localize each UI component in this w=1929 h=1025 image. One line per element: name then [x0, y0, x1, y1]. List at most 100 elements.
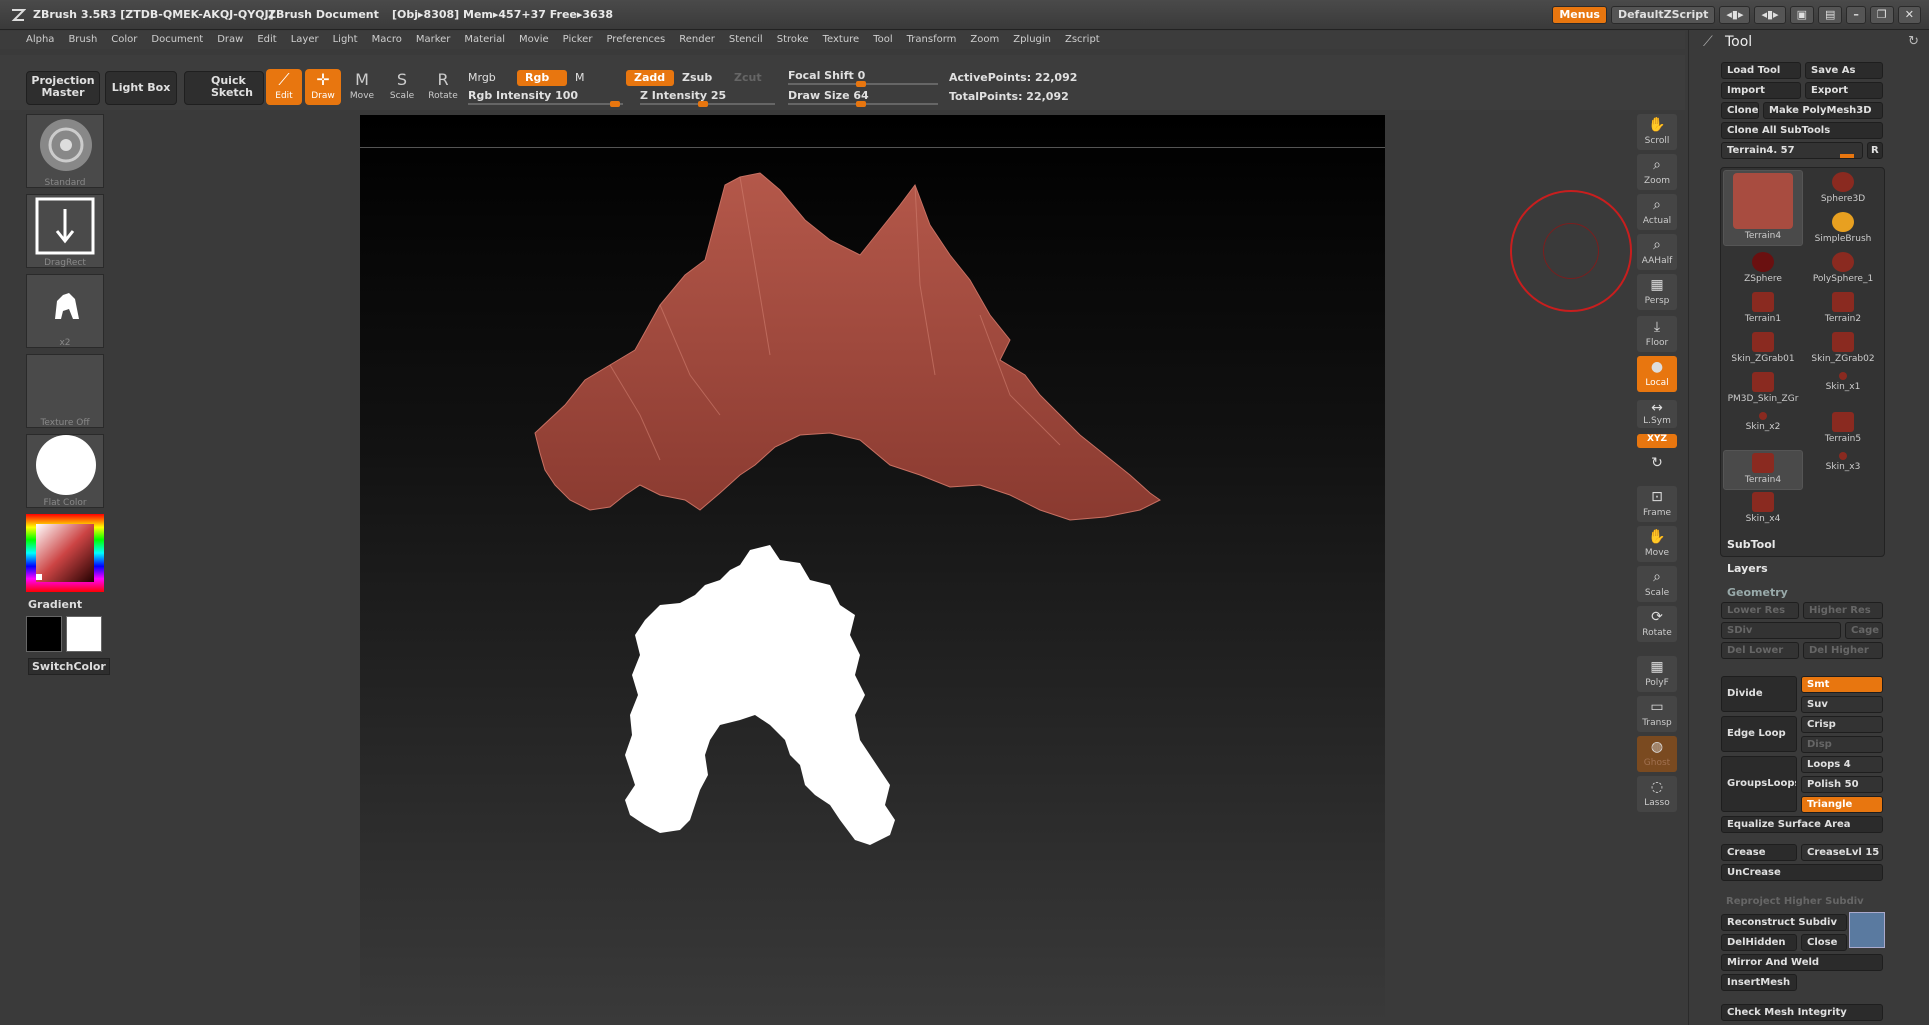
menu-movie[interactable]: Movie — [519, 31, 549, 49]
switchcolor-button[interactable]: SwitchColor — [28, 658, 110, 675]
tool-item-terrain1[interactable]: Terrain1 — [1723, 290, 1803, 330]
menu-zscript[interactable]: Zscript — [1065, 31, 1100, 49]
menu-picker[interactable]: Picker — [563, 31, 593, 49]
tool-item-skin-zgrab02[interactable]: Skin_ZGrab02 — [1803, 330, 1883, 370]
mirror-and-weld-button[interactable]: Mirror And Weld — [1721, 954, 1883, 971]
higher-res-button[interactable]: Higher Res — [1803, 602, 1883, 619]
actual-button[interactable]: ⌕ Actual — [1637, 194, 1677, 230]
make-polymesh-button[interactable]: Make PolyMesh3D — [1763, 102, 1883, 119]
z-intensity-slider[interactable] — [640, 101, 775, 107]
tool-item-skin-zgrab01[interactable]: Skin_ZGrab01 — [1723, 330, 1803, 370]
layers-section[interactable]: Layers — [1727, 562, 1768, 575]
menu-marker[interactable]: Marker — [416, 31, 451, 49]
secondary-color-swatch[interactable] — [66, 616, 102, 652]
edit-button[interactable]: ⟋ Edit — [266, 69, 302, 105]
crisp-toggle[interactable]: Crisp — [1801, 716, 1883, 733]
projection-master-button[interactable]: Projection Master — [26, 71, 100, 105]
menu-alpha[interactable]: Alpha — [26, 31, 54, 49]
tool-item-skin-x1[interactable]: Skin_x1 — [1803, 370, 1883, 410]
menu-material[interactable]: Material — [464, 31, 505, 49]
move-button[interactable]: M Move — [344, 69, 380, 105]
zoom-button[interactable]: ⌕ Zoom — [1637, 154, 1677, 190]
zsub-toggle[interactable]: Zsub — [682, 71, 712, 84]
tool-item-pm3d-skin[interactable]: PM3D_Skin_ZGr — [1723, 370, 1803, 410]
tool-item-skin-x2[interactable]: Skin_x2 — [1723, 410, 1803, 450]
equalize-surface-area-button[interactable]: Equalize Surface Area — [1721, 816, 1883, 833]
zadd-toggle[interactable]: Zadd — [626, 70, 674, 86]
suv-toggle[interactable]: Suv — [1801, 696, 1883, 713]
insertmesh-button[interactable]: InsertMesh — [1721, 974, 1797, 991]
tool-item-skin-x4[interactable]: Skin_x4 — [1723, 490, 1803, 530]
rgb-intensity-slider[interactable] — [468, 101, 623, 107]
scale-button[interactable]: S Scale — [384, 69, 420, 105]
texture-thumb[interactable]: Texture Off — [26, 354, 104, 428]
tool-item-simplebrush[interactable]: SimpleBrush — [1803, 210, 1883, 250]
focal-shift-handle[interactable] — [856, 81, 866, 87]
menu-stencil[interactable]: Stencil — [729, 31, 763, 49]
menu-draw[interactable]: Draw — [217, 31, 243, 49]
tool-item-skin-x3[interactable]: Skin_x3 — [1803, 450, 1883, 490]
rgb-toggle[interactable]: Rgb — [517, 70, 567, 86]
rotate-view-button[interactable]: ⟳ Rotate — [1637, 606, 1677, 642]
stroke-dragrect-thumb[interactable]: DragRect — [26, 194, 104, 268]
del-lower-button[interactable]: Del Lower — [1721, 642, 1799, 659]
current-tool-slider[interactable]: Terrain4. 57 — [1721, 142, 1863, 159]
menu-brush[interactable]: Brush — [68, 31, 97, 49]
tool-item-terrain5[interactable]: Terrain5 — [1803, 410, 1883, 450]
tool-item-terrain4-b[interactable]: Terrain4 — [1723, 450, 1803, 490]
quick-sketch-button[interactable]: Quick Sketch — [184, 71, 264, 105]
mrgb-toggle[interactable]: Mrgb — [468, 71, 496, 84]
focal-shift-slider[interactable] — [788, 81, 938, 87]
tool-item-terrain2[interactable]: Terrain2 — [1803, 290, 1883, 330]
save-as-button[interactable]: Save As — [1805, 62, 1883, 79]
lower-res-button[interactable]: Lower Res — [1721, 602, 1799, 619]
frame-button[interactable]: ⊡ Frame — [1637, 486, 1677, 522]
gradient-label[interactable]: Gradient — [28, 598, 82, 611]
main-color-swatch[interactable] — [26, 616, 62, 652]
menu-preferences[interactable]: Preferences — [606, 31, 665, 49]
load-tool-button[interactable]: Load Tool — [1721, 62, 1801, 79]
draw-size-slider[interactable] — [788, 101, 938, 107]
default-zscript-button[interactable]: DefaultZScript — [1610, 6, 1716, 24]
menus-button[interactable]: Menus — [1552, 6, 1607, 24]
tool-item-zsphere[interactable]: ZSphere — [1723, 250, 1803, 290]
menu-render[interactable]: Render — [679, 31, 715, 49]
tool-item-polysphere[interactable]: PolySphere_1 — [1803, 250, 1883, 290]
local-button[interactable]: ● Local — [1637, 356, 1677, 392]
ghost-button[interactable]: ◍ Ghost — [1637, 736, 1677, 772]
alpha-thumb[interactable]: x2 — [26, 274, 104, 348]
draw-size-handle[interactable] — [856, 101, 866, 107]
r-button[interactable]: R — [1867, 142, 1883, 159]
layout-arrows2-icon[interactable]: ◂▮▸ — [1754, 6, 1786, 24]
transp-button[interactable]: ▭ Transp — [1637, 696, 1677, 732]
material-thumb[interactable]: Flat Color — [26, 434, 104, 508]
smt-toggle[interactable]: Smt — [1801, 676, 1883, 693]
lasso-button[interactable]: ◌ Lasso — [1637, 776, 1677, 812]
menu-tool[interactable]: Tool — [873, 31, 892, 49]
m-toggle[interactable]: M — [575, 71, 585, 84]
close-icon[interactable]: ✕ — [1897, 6, 1921, 24]
document-canvas[interactable] — [360, 115, 1385, 1025]
tool-item-terrain4[interactable]: Terrain4 — [1723, 170, 1803, 246]
aahalf-button[interactable]: ⌕ AAHalf — [1637, 234, 1677, 270]
zcut-toggle[interactable]: Zcut — [734, 71, 762, 84]
menu-zplugin[interactable]: Zplugin — [1013, 31, 1051, 49]
rotate-button[interactable]: R Rotate — [425, 69, 461, 105]
loops-slider[interactable]: Loops 4 — [1801, 756, 1883, 773]
menu-light[interactable]: Light — [333, 31, 358, 49]
check-mesh-integrity-button[interactable]: Check Mesh Integrity — [1721, 1004, 1883, 1021]
polyf-button[interactable]: ▦ PolyF — [1637, 656, 1677, 692]
light-box-button[interactable]: Light Box — [105, 71, 177, 105]
scroll-button[interactable]: ✋ Scroll — [1637, 114, 1677, 150]
reproject-higher-subdiv-button[interactable]: Reproject Higher Subdiv — [1721, 894, 1883, 911]
clone-button[interactable]: Clone — [1721, 102, 1759, 119]
brush-standard-thumb[interactable]: Standard — [26, 114, 104, 188]
polish-slider[interactable]: Polish 50 — [1801, 776, 1883, 793]
rotate-axis-button[interactable]: ↻ — [1637, 452, 1677, 482]
tool-item-sphere3d[interactable]: Sphere3D — [1803, 170, 1883, 210]
menu-stroke[interactable]: Stroke — [777, 31, 809, 49]
menu-edit[interactable]: Edit — [257, 31, 276, 49]
cage-button[interactable]: Cage — [1845, 622, 1883, 639]
floor-button[interactable]: ⤓ Floor — [1637, 316, 1677, 352]
scale-view-button[interactable]: ⌕ Scale — [1637, 566, 1677, 602]
